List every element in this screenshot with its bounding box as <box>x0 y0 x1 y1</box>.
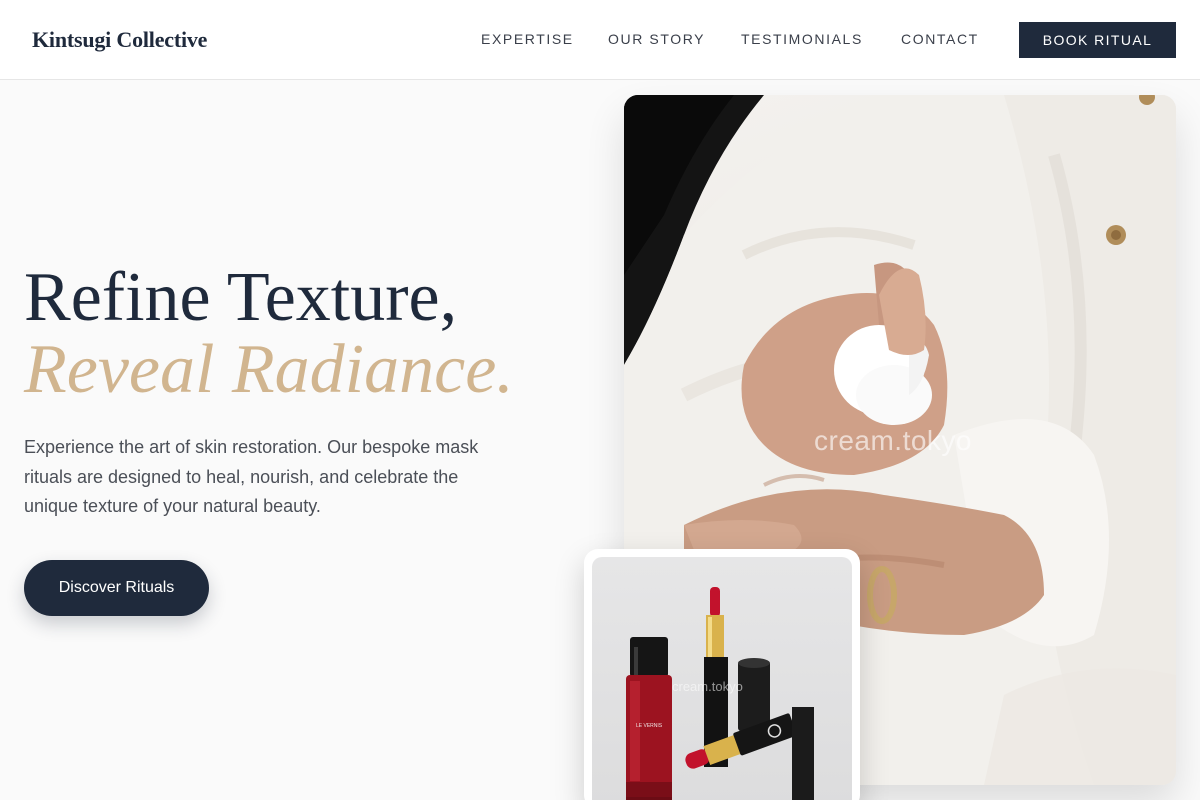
nav-link-our-story[interactable]: OUR STORY <box>608 31 705 47</box>
lipstick-product-image: LE VERNIS cream.tokyo <box>592 557 852 800</box>
landing-page: Kintsugi Collective EXPERTISE OUR STORY … <box>0 0 1200 800</box>
nav-link-contact[interactable]: CONTACT <box>901 31 979 47</box>
product-image-card: LE VERNIS cream.tokyo <box>584 549 860 800</box>
brand-logo[interactable]: Kintsugi Collective <box>32 27 207 53</box>
product-image-watermark: cream.tokyo <box>672 679 743 694</box>
nav-link-expertise[interactable]: EXPERTISE <box>481 31 574 47</box>
hero-description: Experience the art of skin restoration. … <box>24 437 479 516</box>
site-header: Kintsugi Collective EXPERTISE OUR STORY … <box>0 0 1200 80</box>
hero-headline-line2: Reveal Radiance. <box>24 331 514 408</box>
hero-headline-line1: Refine Texture, <box>24 259 458 336</box>
discover-rituals-button[interactable]: Discover Rituals <box>24 560 209 616</box>
main-image-watermark: cream.tokyo <box>814 425 972 456</box>
hero-headline: Refine Texture, Reveal Radiance. <box>24 262 514 406</box>
nav-link-testimonials[interactable]: TESTIMONIALS <box>741 31 863 47</box>
polish-label: LE VERNIS <box>636 723 663 729</box>
book-ritual-button[interactable]: BOOK RITUAL <box>1019 22 1176 58</box>
